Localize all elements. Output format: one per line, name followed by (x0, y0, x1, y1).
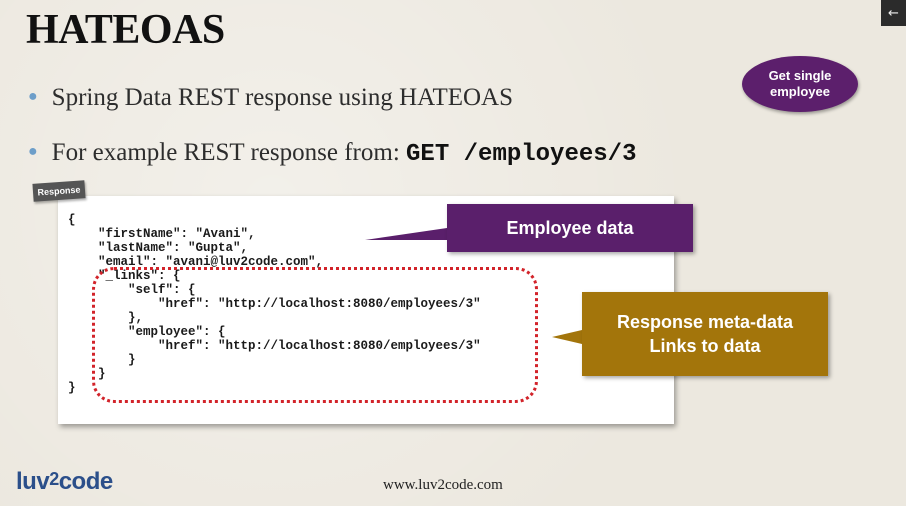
logo-text-code: code (58, 468, 114, 495)
footer-url: www.luv2code.com (383, 477, 503, 493)
logo-text-2: 2 (49, 469, 59, 489)
response-meta-callout: Response meta-data Links to data (582, 292, 828, 376)
response-meta-line-2: Links to data (649, 336, 761, 356)
employee-data-callout: Employee data (447, 204, 693, 252)
luv2code-logo: luv2code (16, 468, 113, 496)
meta-pointer (552, 330, 582, 344)
callout-pointers (365, 228, 582, 344)
logo-text-luv: luv (16, 468, 50, 495)
employee-data-pointer (365, 228, 447, 240)
slide: HATEOAS ● Spring Data REST response using… (0, 0, 906, 506)
employee-data-callout-text: Employee data (506, 217, 634, 238)
response-meta-line-1: Response meta-data (616, 312, 794, 332)
